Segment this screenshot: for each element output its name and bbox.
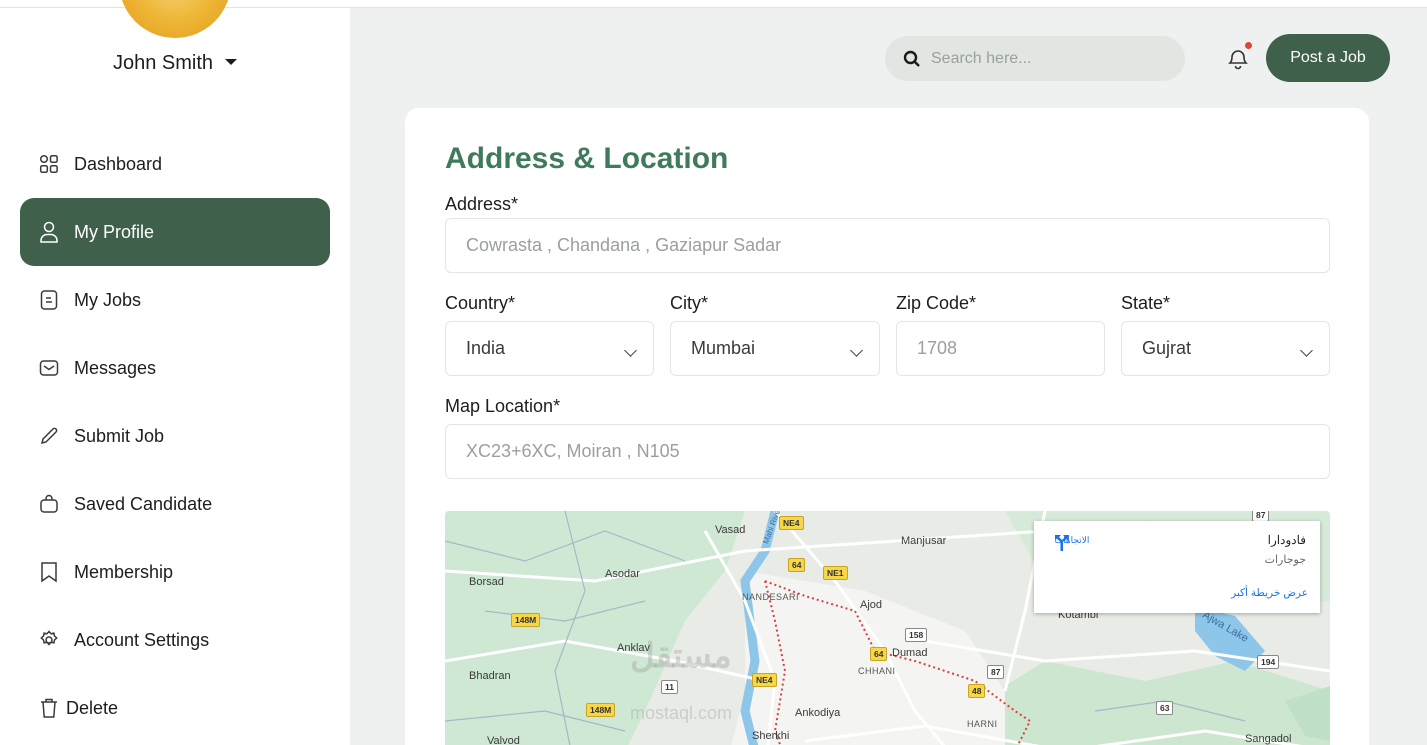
sidebar-item-dashboard[interactable]: Dashboard [20,130,330,198]
pencil-icon [38,425,60,447]
user-name: John Smith [112,52,214,74]
address-label: Address* [445,194,519,214]
road-shield: NE4 [779,516,804,530]
sidebar-item-delete[interactable]: Delete [20,674,330,742]
directions-button[interactable]: الاتجاهات [1052,533,1092,551]
sidebar-item-membership[interactable]: Membership [20,538,330,606]
map-place-label: Asodar [605,568,640,580]
view-larger-map-link[interactable]: عرض خريطة أكبر [1231,587,1308,599]
zip-placeholder: 1708 [917,338,958,358]
sidebar-item-submit-job[interactable]: Submit Job [20,402,330,470]
chevron-down-icon [1300,344,1313,357]
sidebar-item-saved-candidate[interactable]: Saved Candidate [20,470,330,538]
road-shield: NE1 [823,566,848,580]
search-icon [903,50,920,67]
road-shield: 194 [1257,655,1280,669]
map-place-name: فادودارا [1267,533,1306,547]
section-title: Address & Location [445,142,729,175]
chevron-down-icon [850,344,863,357]
search-bar[interactable] [885,36,1185,81]
bag-icon [38,493,60,515]
map-place-label: Bhadran [469,670,511,682]
sidebar-item-my-jobs[interactable]: My Jobs [20,266,330,334]
sidebar-item-label: Membership [74,561,174,582]
sidebar-item-label: My Profile [74,221,155,242]
zip-input[interactable]: 1708 [896,321,1105,376]
address-placeholder: Cowrasta , Chandana , Gaziapur Sadar [466,235,782,255]
map-place-label: Dumad [892,647,928,659]
city-select[interactable]: Mumbai [670,321,880,376]
sidebar-item-label: My Jobs [74,289,142,310]
map-place-label: Manjusar [901,535,947,547]
sidebar-item-label: Messages [74,357,157,378]
road-shield: 158 [905,628,928,642]
road-shield: 87 [987,665,1005,679]
sidebar-item-label: Delete [66,697,119,718]
map-location-input[interactable]: XC23+6XC, Moiran , N105 [445,424,1330,479]
chevron-down-icon [624,344,637,357]
road-shield: 148M [586,703,616,717]
map-place-label: Valvod [487,735,520,745]
sidebar-item-label: Account Settings [74,629,210,650]
directions-icon [1055,535,1069,551]
map-place-label: Sangadol [1245,733,1292,745]
map-place-label: Vasad [715,524,746,536]
trash-icon [38,697,60,719]
city-value: Mumbai [691,338,756,358]
map-embed[interactable]: مستقل mostaql.com Vasad Manjusar Borsad … [445,511,1330,745]
state-value: Gujrat [1142,338,1192,358]
sidebar-item-my-profile[interactable]: My Profile [20,198,330,266]
state-label: State* [1121,293,1171,313]
chevron-down-icon [225,58,238,65]
post-job-button[interactable]: Post a Job [1266,34,1390,82]
city-label: City* [670,293,709,313]
grid-icon [38,153,60,175]
road-shield: 64 [870,647,888,661]
avatar[interactable] [119,0,231,38]
sidebar-item-label: Submit Job [74,425,165,446]
zip-label: Zip Code* [896,293,977,313]
road-shield: 63 [1156,701,1174,715]
gear-icon [38,629,60,651]
address-input[interactable]: Cowrasta , Chandana , Gaziapur Sadar [445,218,1330,273]
address-location-card: Address & Location Address* Cowrasta , C… [405,108,1369,745]
map-place-label: HARNI [967,719,998,729]
sidebar-item-account-settings[interactable]: Account Settings [20,606,330,674]
map-location-placeholder: XC23+6XC, Moiran , N105 [466,441,680,461]
user-icon [38,221,60,243]
map-info-card: الاتجاهات فادودارا جوجارات عرض خريطة أكب… [1034,521,1320,613]
envelope-icon [38,357,60,379]
state-select[interactable]: Gujrat [1121,321,1330,376]
notification-badge [1245,42,1252,49]
user-menu[interactable]: John Smith [0,52,350,75]
sidebar: John Smith Dashboard My Profile My Jobs … [0,0,350,745]
map-place-label: Sherkhi [752,730,790,742]
map-place-label: NANDESARI [742,592,800,602]
country-label: Country* [445,293,516,313]
map-place-label: CHHANI [858,666,896,676]
search-input[interactable] [931,49,1161,68]
map-place-region: جوجارات [1264,554,1306,566]
road-shield: NE4 [752,673,777,687]
sidebar-item-label: Dashboard [74,153,163,174]
map-place-label: Borsad [469,576,504,588]
bookmark-icon [38,561,60,583]
country-select[interactable]: India [445,321,654,376]
map-place-label: Ajod [860,599,883,611]
road-shield: 11 [661,680,678,694]
sidebar-item-label: Saved Candidate [74,493,213,514]
map-place-label: Ankodiya [795,707,841,719]
road-shield: 48 [968,684,986,698]
road-shield: 64 [788,558,806,572]
watermark-url: mostaql.com [630,703,733,723]
map-place-label: Anklav [617,642,651,654]
sidebar-item-messages[interactable]: Messages [20,334,330,402]
map-location-label: Map Location* [445,396,561,416]
road-shield: 148M [511,613,541,627]
country-value: India [466,338,506,358]
document-icon [38,289,60,311]
